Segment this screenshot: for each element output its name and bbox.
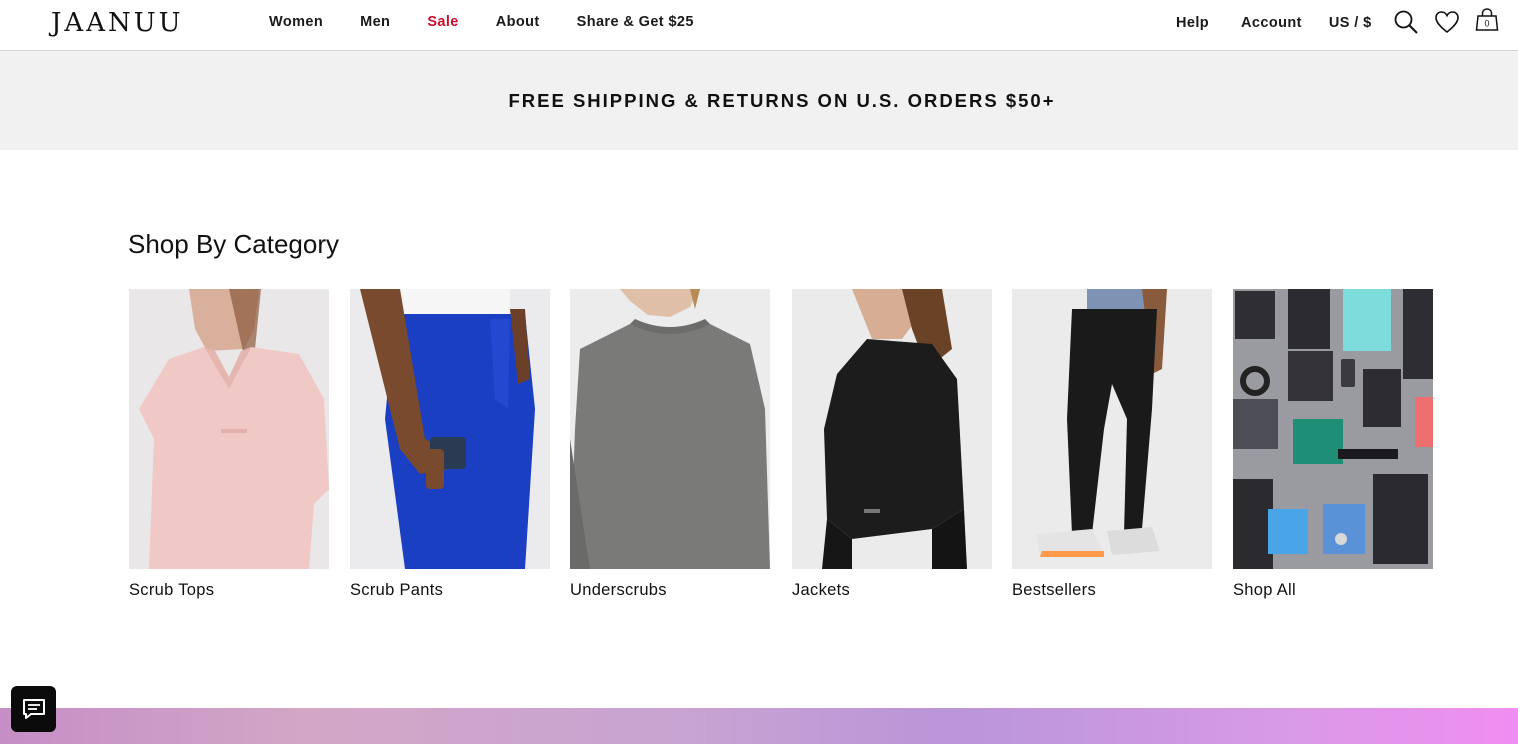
category-label: Scrub Tops — [129, 581, 215, 599]
category-card-shop-all[interactable]: Shop All — [1233, 289, 1433, 609]
main-nav: Women Men Sale About Share & Get $25 — [269, 14, 694, 30]
next-section-banner — [0, 708, 1518, 744]
category-image — [1233, 289, 1433, 569]
promo-banner: FREE SHIPPING & RETURNS ON U.S. ORDERS $… — [0, 51, 1518, 150]
cart-count: 0 — [1484, 19, 1489, 29]
category-grid: Scrub Tops Scrub Pants Underscrubs Jacke… — [129, 289, 1433, 609]
category-card-scrub-pants[interactable]: Scrub Pants — [350, 289, 550, 609]
help-link[interactable]: Help — [1176, 15, 1209, 31]
category-card-underscrubs[interactable]: Underscrubs — [570, 289, 770, 609]
locale-currency-selector[interactable]: US / $ — [1329, 15, 1372, 31]
category-card-scrub-tops[interactable]: Scrub Tops — [129, 289, 329, 609]
category-label: Shop All — [1233, 581, 1296, 599]
promo-text: FREE SHIPPING & RETURNS ON U.S. ORDERS $… — [508, 89, 1056, 111]
category-image — [1012, 289, 1212, 569]
category-label: Jackets — [792, 581, 851, 599]
account-link[interactable]: Account — [1241, 15, 1302, 31]
site-logo[interactable]: JAANUU — [51, 8, 184, 38]
category-label: Underscrubs — [570, 581, 667, 599]
heart-icon[interactable] — [1434, 9, 1460, 35]
nav-item-women[interactable]: Women — [269, 14, 323, 30]
nav-item-share-referral[interactable]: Share & Get $25 — [577, 14, 694, 30]
category-label: Bestsellers — [1012, 581, 1096, 599]
category-card-jackets[interactable]: Jackets — [792, 289, 992, 609]
search-icon[interactable] — [1393, 9, 1419, 35]
shopping-bag-icon[interactable]: 0 — [1474, 7, 1500, 33]
section-title: Shop By Category — [128, 229, 340, 259]
utility-nav: Help Account US / $ — [1176, 15, 1372, 31]
category-image — [570, 289, 770, 569]
category-image — [350, 289, 550, 569]
nav-item-sale[interactable]: Sale — [427, 14, 458, 30]
chat-icon[interactable] — [11, 686, 56, 732]
category-label: Scrub Pants — [350, 581, 444, 599]
nav-item-about[interactable]: About — [496, 14, 540, 30]
category-card-bestsellers[interactable]: Bestsellers — [1012, 289, 1212, 609]
category-image — [792, 289, 992, 569]
category-image — [129, 289, 329, 569]
site-header: JAANUU Women Men Sale About Share & Get … — [0, 0, 1518, 51]
nav-item-men[interactable]: Men — [360, 14, 390, 30]
